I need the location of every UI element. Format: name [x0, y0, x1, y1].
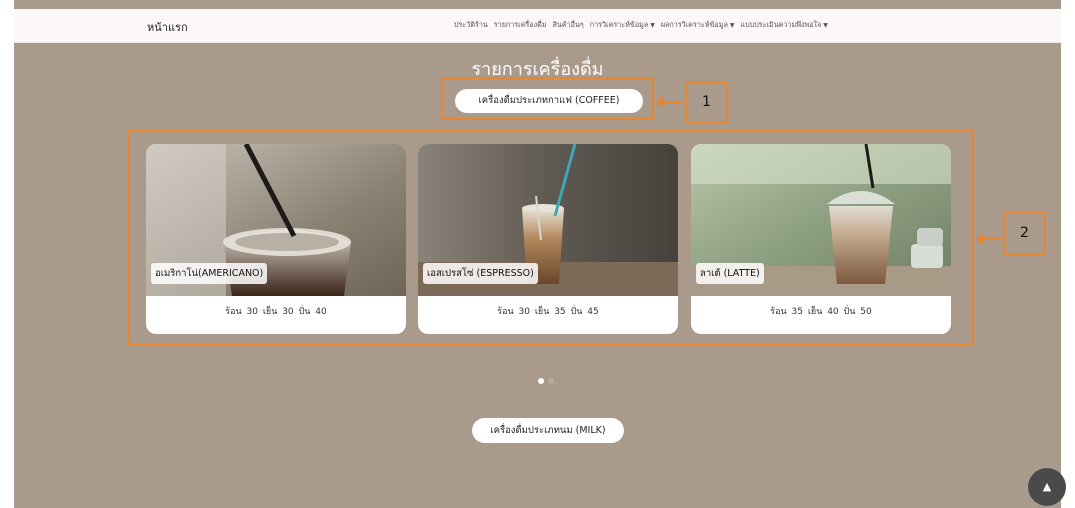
nav-links: ประวัติร้าน รายการเครื่องดื่ม สินค้าอื่น… — [454, 20, 828, 31]
caret-down-icon: ▼ — [650, 22, 655, 29]
annotation-callout-2: 2 — [1003, 212, 1046, 255]
nav-link-other-products[interactable]: สินค้าอื่นๆ — [553, 20, 584, 31]
drink-name-latte: ลาเต้ (LATTE) — [696, 263, 764, 284]
chevron-up-icon: ▲ — [1042, 480, 1052, 493]
drink-name-americano: อเมริกาโน่(AMERICANO) — [151, 263, 268, 284]
nav-dropdown-analysis-results[interactable]: ผลการวิเคราะห์ข้อมูล ▼ — [661, 20, 735, 31]
drink-card-latte[interactable]: ลาเต้ (LATTE) ร้อน 35 เย็น 40 ปั่น 50 — [691, 144, 951, 334]
navbar: หน้าแรก ประวัติร้าน รายการเครื่องดื่ม สิ… — [14, 9, 1061, 43]
caret-down-icon: ▼ — [729, 22, 735, 29]
nav-dropdown-satisfaction-survey[interactable]: แบบประเมินความพึงพอใจ ▼ — [740, 20, 827, 31]
drink-prices-espresso: ร้อน 30 เย็น 35 ปั่น 45 — [497, 307, 599, 317]
carousel-indicators — [538, 378, 554, 384]
carousel-dot-2[interactable] — [548, 378, 554, 384]
drink-prices-latte: ร้อน 35 เย็น 40 ปั่น 50 — [770, 307, 872, 317]
annotation-box-1 — [441, 77, 654, 120]
nav-brand-home[interactable]: หน้าแรก — [147, 18, 188, 36]
scroll-to-top-button[interactable]: ▲ — [1028, 468, 1066, 506]
annotation-arrow-1 — [656, 96, 684, 108]
drink-prices-americano: ร้อน 30 เย็น 30 ปั่น 40 — [225, 307, 327, 317]
annotation-arrow-2 — [976, 233, 1002, 245]
nav-link-drinks[interactable]: รายการเครื่องดื่ม — [494, 20, 547, 31]
drink-card-americano[interactable]: อเมริกาโน่(AMERICANO) ร้อน 30 เย็น 30 ปั… — [146, 144, 406, 334]
caret-down-icon: ▼ — [823, 22, 828, 29]
drink-name-espresso: เอสเปรสโซ่ (ESPRESSO) — [423, 263, 538, 284]
category-milk-button[interactable]: เครื่องดื่มประเภทนม (MILK) — [472, 418, 624, 443]
annotation-callout-1: 1 — [685, 81, 728, 124]
nav-link-history[interactable]: ประวัติร้าน — [454, 20, 488, 31]
drink-card-espresso[interactable]: เอสเปรสโซ่ (ESPRESSO) ร้อน 30 เย็น 35 ปั… — [418, 144, 678, 334]
nav-dropdown-analysis[interactable]: การวิเคราะห์ข้อมูล ▼ — [590, 20, 655, 31]
carousel-dot-1[interactable] — [538, 378, 544, 384]
